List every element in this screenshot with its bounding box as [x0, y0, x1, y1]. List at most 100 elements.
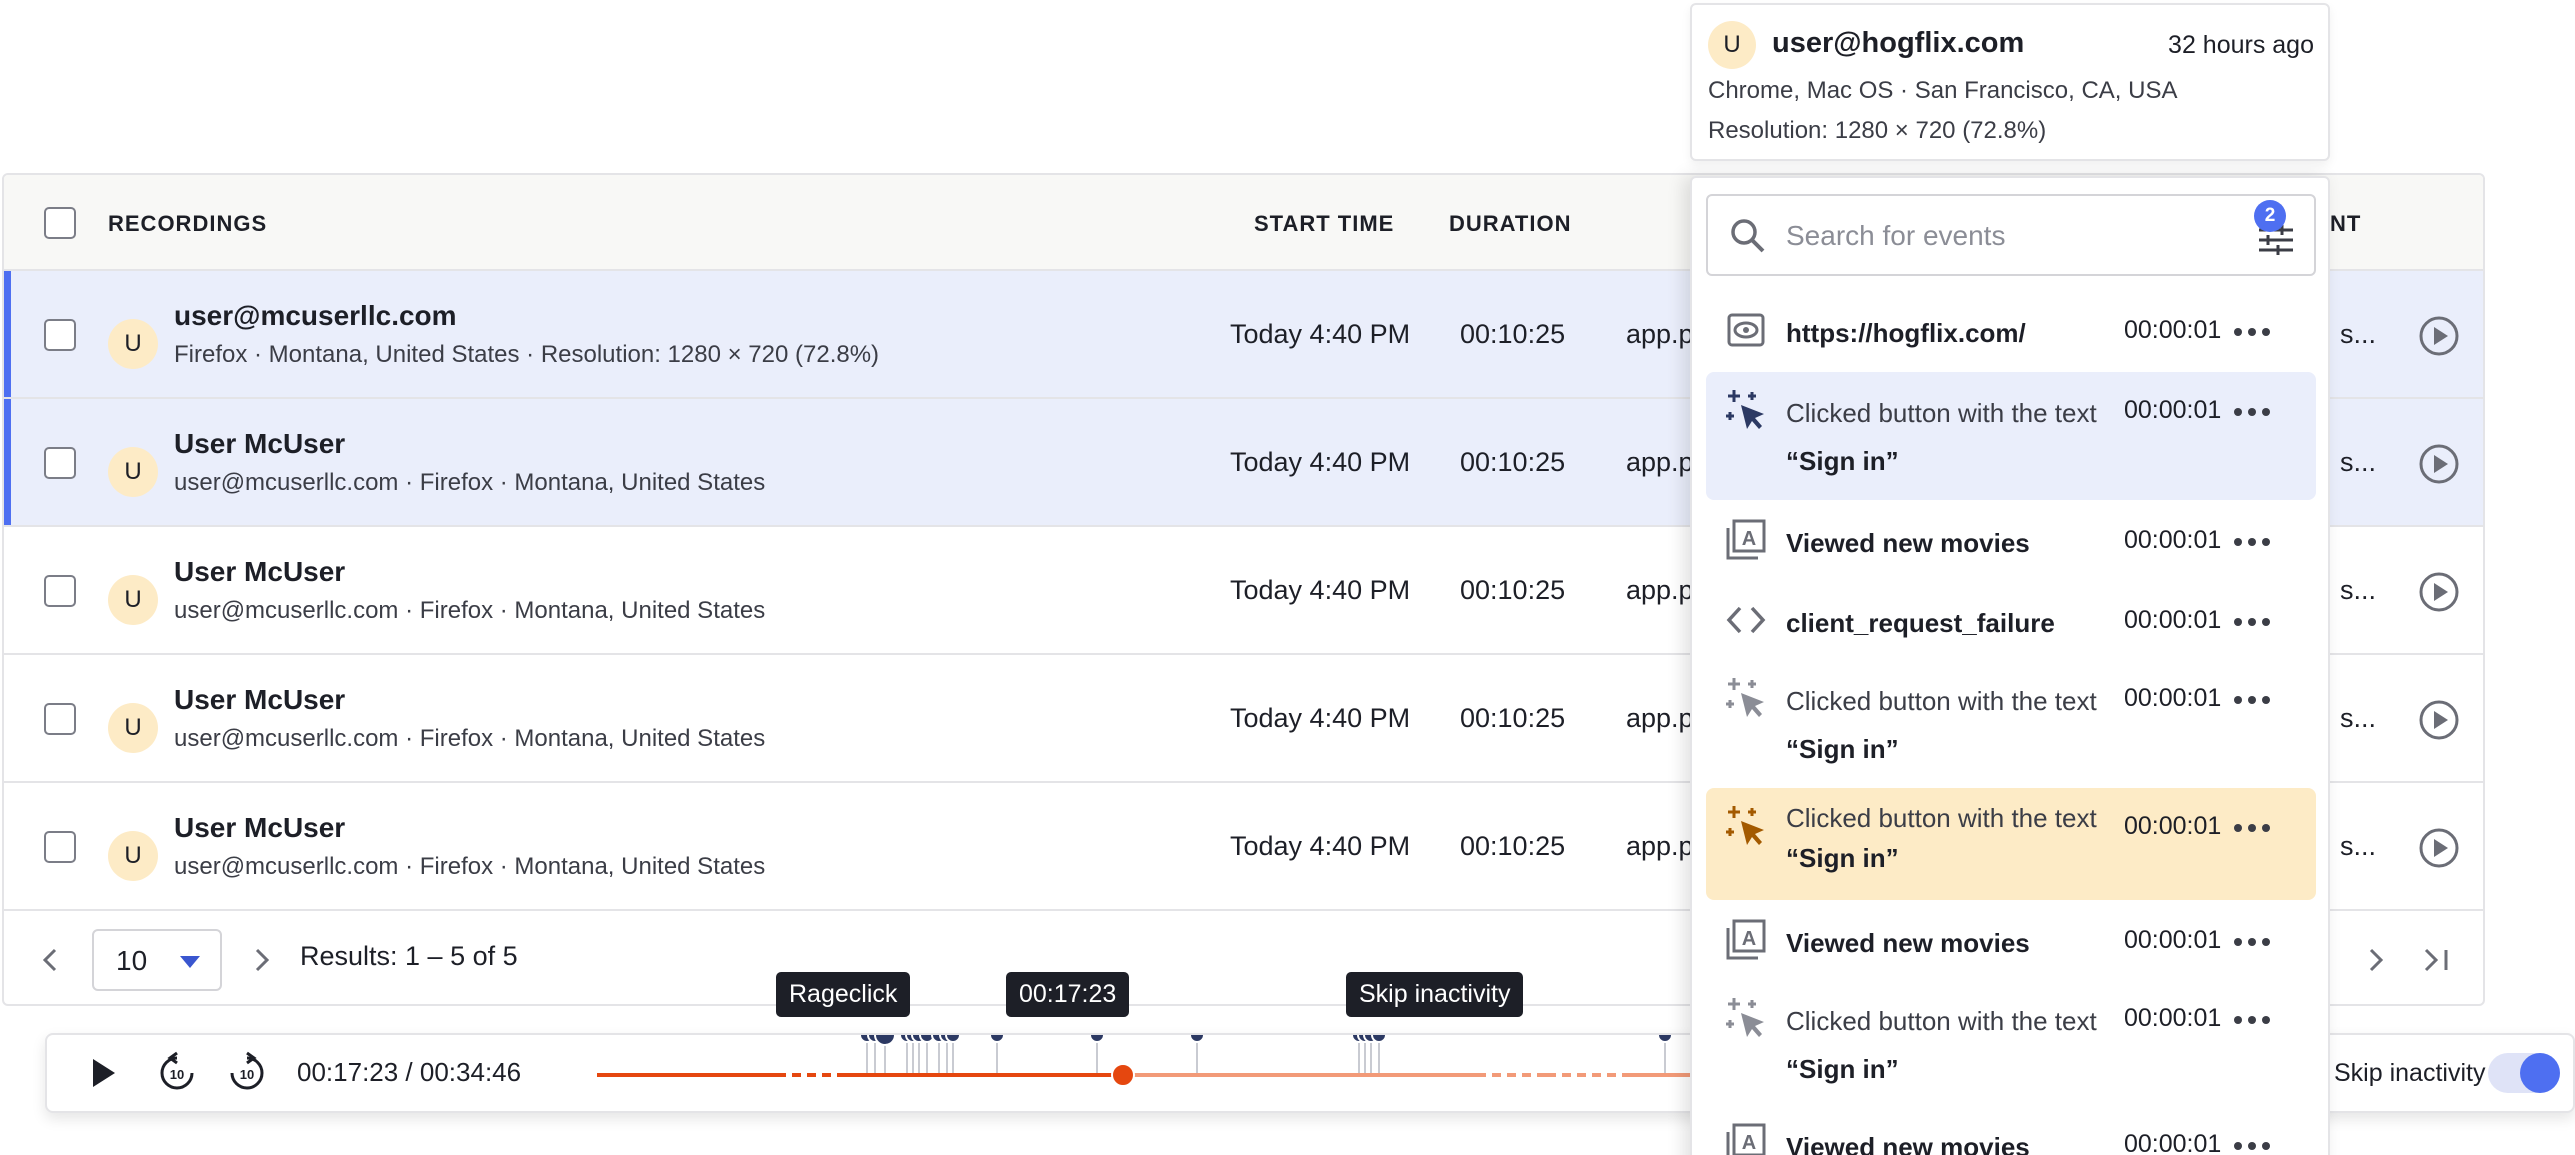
row-checkbox[interactable] [44, 703, 76, 735]
events-panel: Search for events 2 https://hogflix.com/… [1690, 176, 2330, 1155]
event-item[interactable]: Clicked button with the text “Sign in” 0… [1706, 372, 2316, 500]
skip-inactivity-label: Skip inactivity [2334, 1059, 2486, 1087]
row-subtitle: user@mcuserllc.com · Firefox · Montana, … [174, 597, 766, 624]
cursor-click-icon [1726, 678, 1764, 717]
row-duration: 00:10:25 [1460, 447, 1566, 477]
event-item[interactable]: https://hogflix.com/ 00:00:01 [1706, 292, 2316, 372]
row-title: User McUser [174, 556, 346, 587]
row-url: app.p [1626, 831, 1694, 861]
previous-page-icon[interactable] [38, 947, 64, 973]
event-time: 00:00:01 [2124, 1004, 2222, 1032]
skip-inactivity-toggle[interactable] [2488, 1053, 2560, 1093]
column-partial[interactable]: NT [2330, 211, 2361, 237]
column-duration[interactable]: DURATION [1449, 211, 1571, 237]
row-url: app.p [1626, 703, 1694, 733]
play-recording-icon[interactable] [2418, 699, 2460, 741]
row-duration: 00:10:25 [1460, 319, 1566, 349]
autocapture-icon: A [1726, 519, 1766, 560]
event-item[interactable]: A Viewed new movies 00:00:01 [1706, 1106, 2316, 1155]
event-item[interactable]: client_request_failure 00:00:01 [1706, 582, 2316, 662]
autocapture-icon: A [1726, 1123, 1766, 1155]
seekbar[interactable] [547, 1035, 1747, 1111]
last-seen: 32 hours ago [2168, 31, 2314, 59]
row-start-time: Today 4:40 PM [1230, 319, 1411, 349]
more-options-icon[interactable] [2234, 408, 2270, 416]
event-label-element: “Sign in” [1786, 446, 1899, 476]
row-checkbox[interactable] [44, 319, 76, 351]
select-all-checkbox[interactable] [44, 207, 76, 239]
selected-indicator [4, 271, 11, 397]
event-label: Clicked button with the text “Sign in” [1786, 798, 2116, 878]
row-checkbox[interactable] [44, 575, 76, 607]
row-subtitle: user@mcuserllc.com · Firefox · Montana, … [174, 853, 766, 880]
event-label: https://hogflix.com/ [1786, 318, 2026, 348]
row-title: User McUser [174, 812, 346, 843]
event-time: 00:00:01 [2124, 316, 2222, 344]
forward-10-icon[interactable]: 10 [225, 1051, 269, 1095]
event-label: Clicked button with the text “Sign in” [1786, 997, 2116, 1093]
event-label: Viewed new movies [1786, 928, 2030, 958]
page-size-value: 10 [116, 945, 148, 976]
page-size-select[interactable]: 10 [92, 929, 222, 991]
play-icon[interactable] [85, 1055, 121, 1091]
person-resolution: Resolution: 1280 × 720 (72.8%) [1708, 117, 2047, 144]
play-recording-icon[interactable] [2418, 827, 2460, 869]
selected-indicator [4, 399, 11, 525]
row-url: app.p [1626, 575, 1694, 605]
rageclick-tooltip: Rageclick [776, 972, 911, 1017]
row-start-time: Today 4:40 PM [1230, 575, 1411, 605]
rewind-10-icon[interactable]: 10 [155, 1051, 199, 1095]
more-options-icon[interactable] [2234, 618, 2270, 626]
play-recording-icon[interactable] [2418, 443, 2460, 485]
row-subtitle: user@mcuserllc.com · Firefox · Montana, … [174, 469, 766, 496]
event-label: Viewed new movies [1786, 528, 2030, 558]
rageclick-icon [1726, 806, 1764, 845]
row-checkbox[interactable] [44, 831, 76, 863]
results-count: Results: 1 – 5 of 5 [300, 941, 518, 971]
event-label: Clicked button with the text “Sign in” [1786, 677, 2116, 773]
more-options-icon[interactable] [2234, 938, 2270, 946]
more-options-icon[interactable] [2234, 696, 2270, 704]
event-label-text: Clicked button with the text [1786, 398, 2097, 428]
play-recording-icon[interactable] [2418, 315, 2460, 357]
event-time: 00:00:01 [2124, 1130, 2222, 1155]
more-options-icon[interactable] [2234, 328, 2270, 336]
person-email[interactable]: user@hogflix.com [1772, 27, 2024, 60]
row-partial: s... [2340, 447, 2377, 477]
event-item[interactable]: Clicked button with the text “Sign in” 0… [1706, 788, 2316, 900]
row-duration: 00:10:25 [1460, 703, 1566, 733]
seek-handle[interactable] [1111, 1063, 1135, 1087]
last-page-icon[interactable] [2420, 947, 2452, 973]
row-checkbox[interactable] [44, 447, 76, 479]
row-start-time: Today 4:40 PM [1230, 831, 1411, 861]
more-options-icon[interactable] [2234, 1016, 2270, 1024]
event-item[interactable]: A Viewed new movies 00:00:01 [1706, 902, 2316, 982]
svg-text:A: A [1742, 928, 1756, 950]
next-page-icon[interactable] [248, 947, 274, 973]
more-options-icon[interactable] [2234, 1142, 2270, 1150]
event-label-text: Clicked button with the text [1786, 1006, 2097, 1036]
cursor-click-icon [1726, 390, 1764, 429]
avatar: U [108, 447, 158, 497]
more-options-icon[interactable] [2234, 824, 2270, 832]
skip-inactivity-tooltip: Skip inactivity [1346, 972, 1524, 1017]
event-item[interactable]: A Viewed new movies 00:00:01 [1706, 502, 2316, 582]
next-page-icon[interactable] [2362, 947, 2388, 973]
avatar: U [1708, 21, 1756, 69]
row-title: User McUser [174, 684, 346, 715]
event-label-text: Clicked button with the text [1786, 686, 2097, 716]
column-recordings[interactable]: RECORDINGS [108, 211, 267, 237]
event-time: 00:00:01 [2124, 526, 2222, 554]
event-time: 00:00:01 [2124, 684, 2222, 712]
event-search-input[interactable]: Search for events 2 [1706, 194, 2316, 276]
row-duration: 00:10:25 [1460, 831, 1566, 861]
column-start-time[interactable]: START TIME [1254, 211, 1394, 237]
event-item[interactable]: Clicked button with the text “Sign in” 0… [1706, 980, 2316, 1104]
event-item[interactable]: Clicked button with the text “Sign in” 0… [1706, 660, 2316, 784]
row-subtitle: user@mcuserllc.com · Firefox · Montana, … [174, 725, 766, 752]
svg-text:A: A [1742, 528, 1756, 550]
event-label: Clicked button with the text “Sign in” [1786, 389, 2116, 485]
play-recording-icon[interactable] [2418, 571, 2460, 613]
more-options-icon[interactable] [2234, 538, 2270, 546]
event-markers [859, 1035, 1673, 1073]
